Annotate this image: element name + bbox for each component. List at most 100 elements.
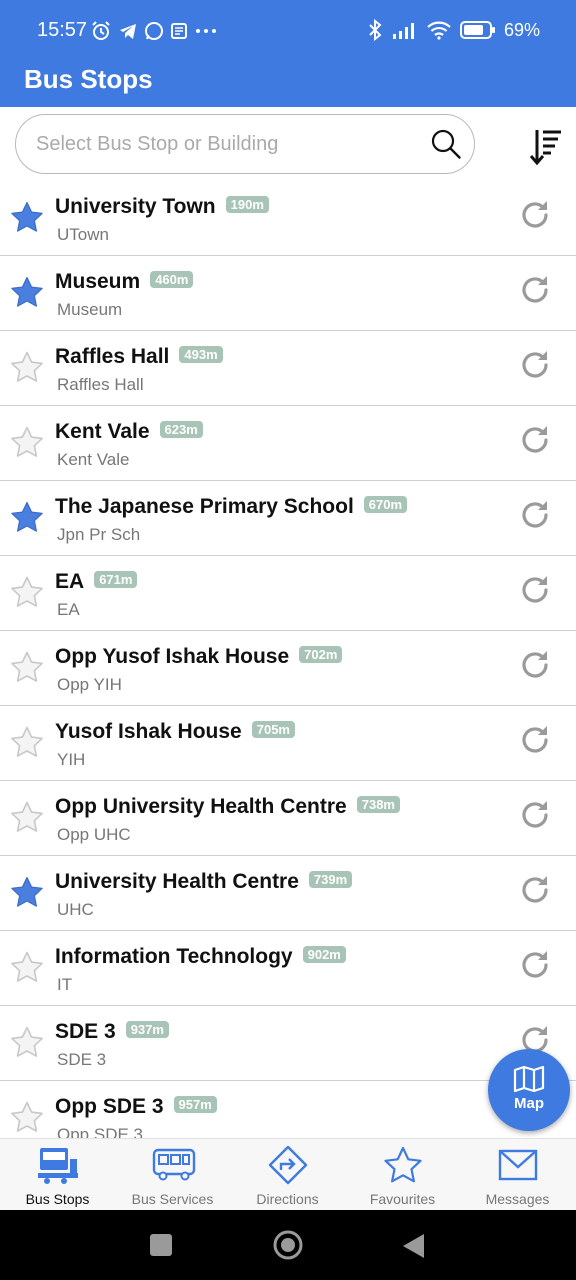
battery-level: 69% bbox=[503, 19, 540, 40]
refresh-icon[interactable] bbox=[518, 423, 552, 457]
stop-name-text: The Japanese Primary School bbox=[55, 495, 354, 518]
star-outline-icon[interactable] bbox=[9, 650, 45, 686]
list-item[interactable]: Opp University Health Centre 738m Opp UHC bbox=[0, 781, 576, 856]
refresh-icon[interactable] bbox=[518, 348, 552, 382]
back-button[interactable] bbox=[400, 1232, 426, 1260]
bottom-navigation: Bus Stops Bus Services Directions Favour… bbox=[0, 1138, 576, 1210]
refresh-icon[interactable] bbox=[518, 573, 552, 607]
tab-label: Directions bbox=[256, 1191, 319, 1207]
map-icon bbox=[513, 1065, 545, 1093]
stop-code: Jpn Pr Sch bbox=[57, 525, 141, 544]
list-item[interactable]: The Japanese Primary School 670m Jpn Pr Sc… bbox=[0, 481, 576, 556]
stop-code: Raffles Hall bbox=[57, 375, 144, 394]
list-item[interactable]: University Town 190m UTown bbox=[0, 181, 576, 256]
stop-name: University Town 190m bbox=[55, 195, 269, 219]
directions-icon bbox=[268, 1145, 308, 1185]
stop-name-text: Information Technology bbox=[55, 945, 293, 968]
alarm-icon bbox=[92, 21, 110, 40]
stop-name: Opp SDE 3 957m bbox=[55, 1095, 217, 1119]
tab-directions[interactable]: Directions bbox=[230, 1139, 345, 1211]
refresh-icon[interactable] bbox=[518, 498, 552, 532]
bus-icon bbox=[152, 1148, 196, 1181]
home-button[interactable] bbox=[272, 1229, 304, 1261]
distance-badge: 902m bbox=[302, 946, 346, 963]
page-title: Bus Stops bbox=[24, 64, 153, 94]
stop-name-text: Opp Yusof Ishak House bbox=[55, 645, 290, 668]
refresh-icon[interactable] bbox=[518, 648, 552, 682]
stop-name-text: University Health Centre bbox=[55, 870, 299, 893]
list-item[interactable]: Information Technology 902m IT bbox=[0, 931, 576, 1006]
stop-code: EA bbox=[57, 600, 80, 619]
search-field[interactable] bbox=[15, 114, 475, 174]
star-filled-icon[interactable] bbox=[9, 275, 45, 311]
tab-messages[interactable]: Messages bbox=[460, 1139, 575, 1211]
tab-label: Messages bbox=[485, 1191, 550, 1207]
status-time: 15:57 bbox=[37, 19, 88, 41]
search-icon[interactable] bbox=[430, 128, 462, 160]
list-item[interactable]: Raffles Hall 493m Raffles Hall bbox=[0, 331, 576, 406]
stop-code: Opp UHC bbox=[57, 825, 131, 844]
search-bar bbox=[0, 107, 576, 181]
distance-badge: 739m bbox=[308, 871, 353, 888]
star-outline-icon[interactable] bbox=[9, 425, 45, 461]
refresh-icon[interactable] bbox=[518, 723, 552, 757]
star-outline-icon[interactable] bbox=[9, 800, 45, 836]
star-filled-icon[interactable] bbox=[9, 500, 45, 536]
news-icon bbox=[171, 23, 187, 39]
distance-badge: 670m bbox=[363, 496, 408, 513]
stop-name: Opp Yusof Ishak House 702m bbox=[55, 645, 343, 669]
refresh-icon[interactable] bbox=[518, 198, 552, 232]
bluetooth-icon bbox=[369, 19, 382, 41]
star-outline-icon[interactable] bbox=[9, 1025, 45, 1061]
star-outline-icon[interactable] bbox=[9, 575, 45, 611]
stop-name-text: Museum bbox=[55, 270, 141, 293]
refresh-icon[interactable] bbox=[518, 948, 552, 982]
star-filled-icon[interactable] bbox=[9, 875, 45, 911]
stop-code: Opp YIH bbox=[57, 675, 122, 694]
stop-code: UTown bbox=[57, 225, 109, 244]
refresh-icon[interactable] bbox=[518, 798, 552, 832]
stop-code: YIH bbox=[57, 750, 86, 769]
star-outline-icon[interactable] bbox=[9, 1100, 45, 1136]
stop-name-text: Raffles Hall bbox=[55, 345, 170, 368]
refresh-icon[interactable] bbox=[518, 873, 552, 907]
list-item[interactable]: Opp Yusof Ishak House 702m Opp YIH bbox=[0, 631, 576, 706]
distance-badge: 623m bbox=[159, 421, 203, 438]
star-outline-icon[interactable] bbox=[9, 725, 45, 761]
list-item[interactable]: Yusof Ishak House 705m YIH bbox=[0, 706, 576, 781]
search-input[interactable] bbox=[36, 129, 416, 159]
stop-name: Yusof Ishak House 705m bbox=[55, 720, 295, 744]
distance-badge: 671m bbox=[94, 571, 138, 588]
tab-bus-stops[interactable]: Bus Stops bbox=[0, 1139, 115, 1211]
tab-bus-services[interactable]: Bus Services bbox=[115, 1139, 230, 1211]
stop-name-text: Kent Vale bbox=[55, 420, 150, 443]
star-filled-icon[interactable] bbox=[9, 200, 45, 236]
map-button[interactable]: Map bbox=[488, 1049, 570, 1131]
signal-icon bbox=[392, 23, 414, 39]
stop-name: SDE 3 937m bbox=[55, 1020, 169, 1044]
distance-badge: 957m bbox=[173, 1096, 217, 1113]
distance-badge: 460m bbox=[150, 271, 194, 288]
system-navigation-bar bbox=[0, 1210, 576, 1280]
stop-code: IT bbox=[57, 975, 73, 994]
star-outline-icon[interactable] bbox=[9, 350, 45, 386]
sort-icon[interactable] bbox=[528, 127, 564, 167]
stop-name: Opp University Health Centre 738m bbox=[55, 795, 400, 819]
distance-badge: 493m bbox=[179, 346, 223, 363]
bus-stop-list: University Town 190m UTown Museum 460m Museum… bbox=[0, 181, 576, 1138]
battery-icon bbox=[459, 21, 495, 39]
list-item[interactable]: University Health Centre 739m UHC bbox=[0, 856, 576, 931]
stop-name: The Japanese Primary School 670m bbox=[55, 495, 408, 519]
list-item[interactable]: Kent Vale 623m Kent Vale bbox=[0, 406, 576, 481]
recents-button[interactable] bbox=[150, 1234, 172, 1256]
stop-code: Kent Vale bbox=[57, 450, 130, 469]
stop-name-text: Yusof Ishak House bbox=[55, 720, 242, 743]
star-outline-icon[interactable] bbox=[9, 950, 45, 986]
refresh-icon[interactable] bbox=[518, 273, 552, 307]
list-item[interactable]: Museum 460m Museum bbox=[0, 256, 576, 331]
distance-badge: 937m bbox=[125, 1021, 169, 1038]
list-item[interactable]: SDE 3 937m SDE 3 bbox=[0, 1006, 576, 1081]
list-item[interactable]: EA 671m EA bbox=[0, 556, 576, 631]
notification-icons bbox=[90, 20, 218, 42]
tab-favourites[interactable]: Favourites bbox=[345, 1139, 460, 1211]
